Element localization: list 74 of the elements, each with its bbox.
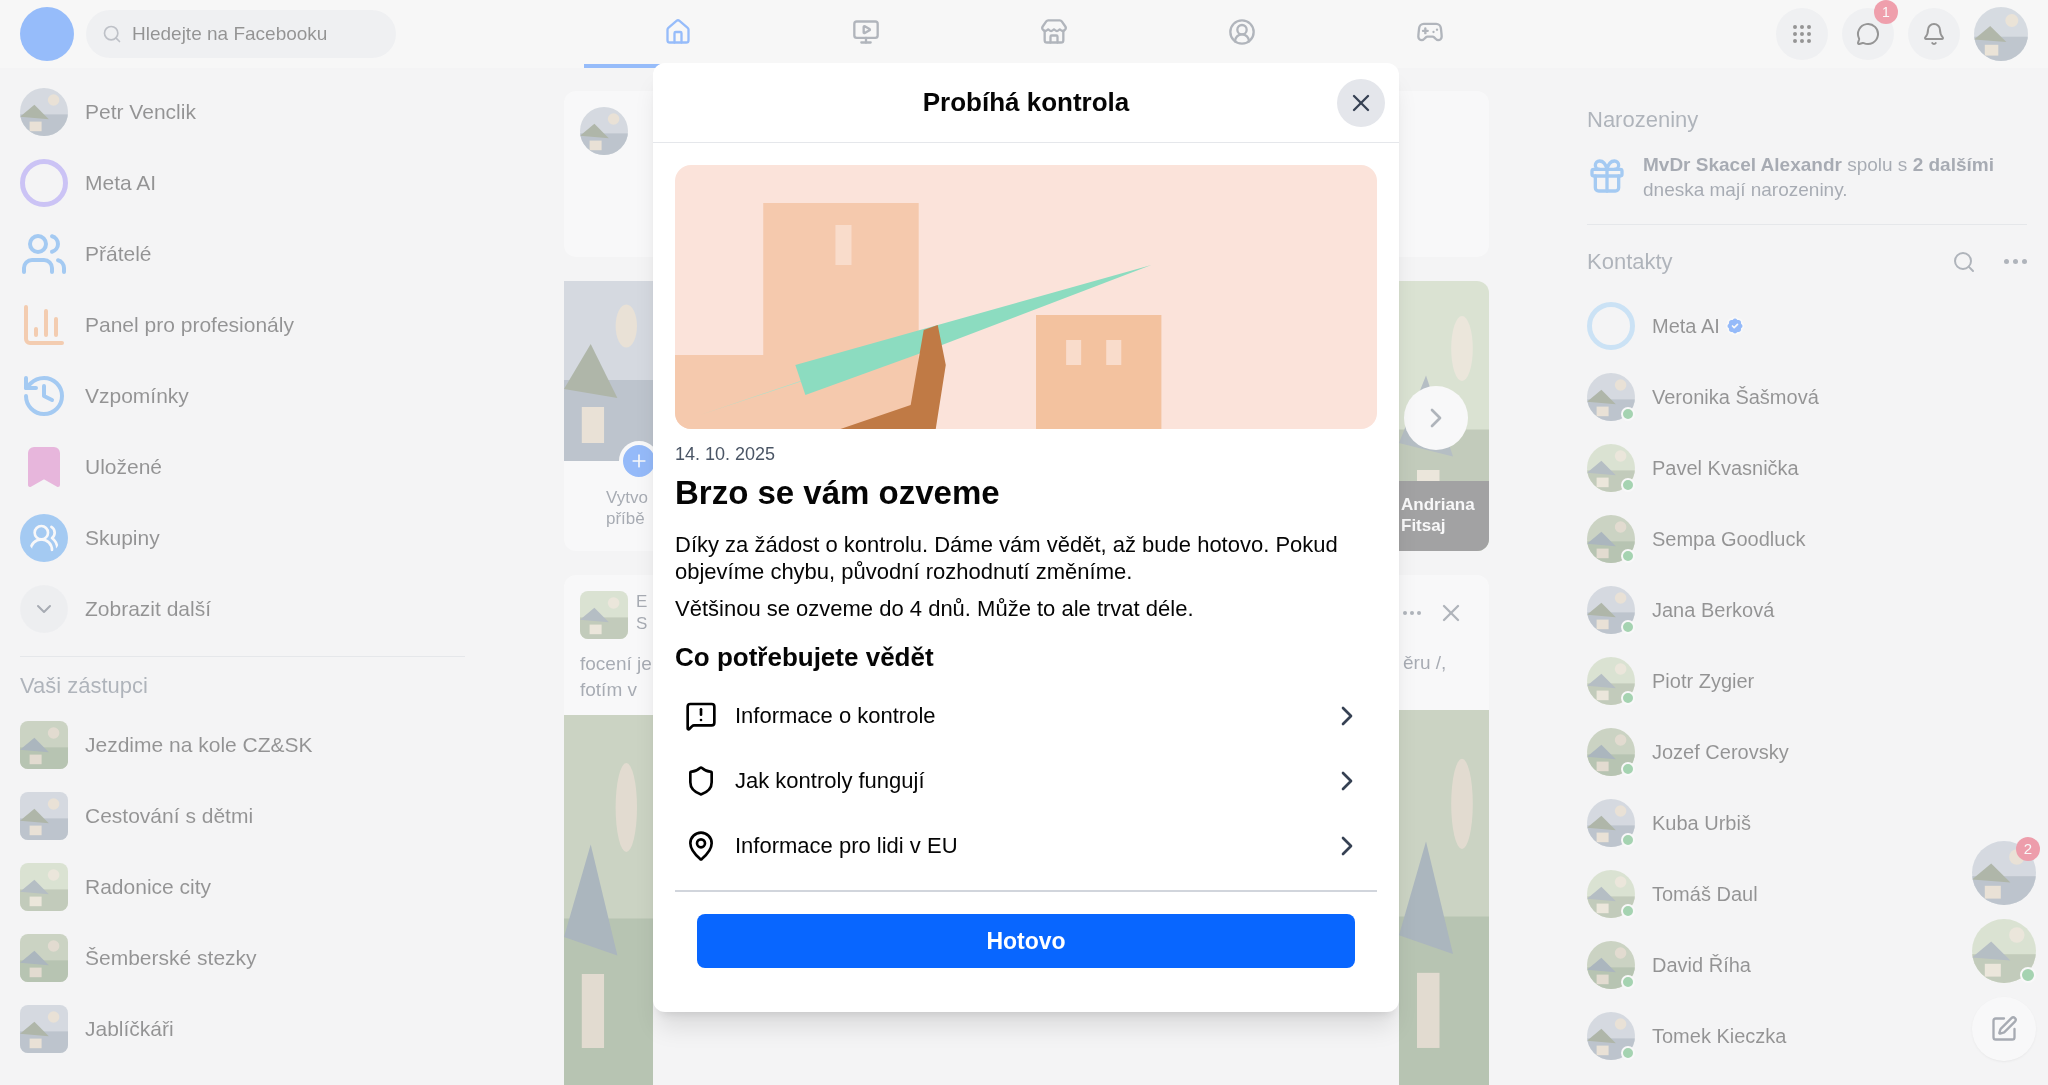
contact-item[interactable]: David Říha [1587, 929, 1759, 1000]
story-caption: Vytvo [606, 487, 649, 508]
search-field[interactable]: Hledejte na Facebooku [86, 10, 396, 58]
logo-icon [20, 7, 74, 61]
store-icon [1040, 18, 1068, 46]
post-text: ěru /, [1402, 651, 1448, 675]
profile-avatar[interactable] [1974, 7, 2028, 61]
contact-item[interactable]: Pavel Kvasnička [1587, 432, 1807, 503]
post-author: E [636, 591, 648, 613]
ring-icon [1587, 301, 1635, 350]
sidebar-item[interactable]: Vzpomínky [20, 360, 470, 431]
birthday-text: MvDr Skacel Alexandr spolu s 2 dalšími dneska mají narozeniny. [1643, 153, 1995, 202]
search-icon [102, 24, 122, 44]
shortcut-item[interactable]: Radonice city [20, 851, 470, 922]
sidebar-item[interactable]: Skupiny [20, 502, 470, 573]
notification-badge: 1 [1874, 0, 1898, 24]
sidebar-item[interactable]: Meta AI [20, 147, 470, 218]
sidebar-item[interactable]: Zobrazit další [20, 573, 470, 644]
menu-button[interactable] [1776, 8, 1828, 60]
contact-item[interactable]: Veronika Šašmová [1587, 361, 1827, 432]
notification-badge: 2 [2016, 837, 2040, 861]
story-caption: příbě [606, 508, 646, 529]
section-heading: Co potřebujete vědět [675, 641, 935, 675]
contact-item[interactable]: Jana Berková [1587, 574, 1783, 645]
story-caption: Andriana [1401, 494, 1475, 515]
post-author: S [636, 613, 648, 635]
sidebar-item[interactable]: Petr Venclik [20, 76, 470, 147]
info-link[interactable]: Informace o kontrole [675, 683, 1377, 749]
section-heading: Narozeniny [1587, 106, 1700, 134]
more-icon [1403, 611, 1421, 615]
info-link[interactable]: Jak kontroly fungují [675, 748, 1377, 814]
home-icon [664, 18, 692, 46]
contact-item[interactable]: Kuba Urbiš [1587, 787, 1759, 858]
story-card[interactable]: Andriana Fitsaj [1399, 281, 1489, 551]
notifications-button[interactable] [1908, 8, 1960, 60]
dialog-title: Probíhá kontrola [922, 86, 1130, 119]
messenger-button[interactable] [1842, 8, 1894, 60]
close-button[interactable] [1337, 79, 1385, 127]
shortcut-item[interactable]: Jablíčkáři [20, 993, 470, 1064]
more-icon[interactable] [2004, 259, 2027, 264]
section-heading: Kontakty [1587, 248, 1673, 276]
dialog-heading: Brzo se vám ozveme [675, 473, 1001, 513]
grid-icon [1790, 22, 1814, 46]
story-caption: Fitsaj [1401, 515, 1447, 536]
post-text: fotím v [580, 678, 638, 702]
contact-item[interactable]: Tomek Kieczka [1587, 1000, 1795, 1071]
sidebar-item[interactable]: Uložené [20, 431, 470, 502]
compose-icon [1990, 1015, 2018, 1043]
contact-item[interactable]: Meta AI [1587, 290, 1753, 361]
sidebar-item[interactable]: Panel pro profesionály [20, 289, 470, 360]
sidebar-item[interactable]: Přátelé [20, 218, 470, 289]
video-icon [852, 18, 880, 46]
contact-item[interactable]: Jozef Cerovsky [1587, 716, 1797, 787]
contact-item[interactable]: Sempa Goodluck [1587, 503, 1814, 574]
bell-icon [1922, 22, 1946, 46]
contact-item[interactable]: Tomáš Daul [1587, 858, 1766, 929]
date-text: 14. 10. 2025 [675, 443, 777, 466]
chat-head[interactable]: 2 [1972, 841, 2036, 905]
groups-icon [20, 513, 68, 562]
body-text: Díky za žádost o kontrolu. Dáme vám vědět, až bude hotovo. Pokud objevíme chybu, původní rozhodnutí změníme. [675, 531, 1339, 586]
user-circle-icon [1228, 18, 1256, 46]
gift-icon [1587, 156, 1627, 196]
search-icon[interactable] [1952, 249, 1976, 274]
shortcut-item[interactable]: Šemberské stezky [20, 922, 470, 993]
post-text: focení je [580, 652, 653, 676]
contact-item[interactable]: Piotr Zygier [1587, 645, 1763, 716]
section-heading: Vaši zástupci [20, 672, 149, 700]
info-link[interactable]: Informace pro lidi v EU [675, 813, 1377, 879]
body-text: Většinou se ozveme do 4 dnů. Může to ale trvat déle. [675, 595, 1195, 623]
ring-icon [20, 158, 68, 207]
done-button[interactable]: Hotovo [697, 914, 1355, 969]
shortcut-item[interactable]: Jezdime na kole CZ&SK [20, 709, 470, 780]
chat-bubble-icon [1856, 22, 1880, 46]
shortcut-item[interactable]: Cestování s dětmi [20, 780, 470, 851]
